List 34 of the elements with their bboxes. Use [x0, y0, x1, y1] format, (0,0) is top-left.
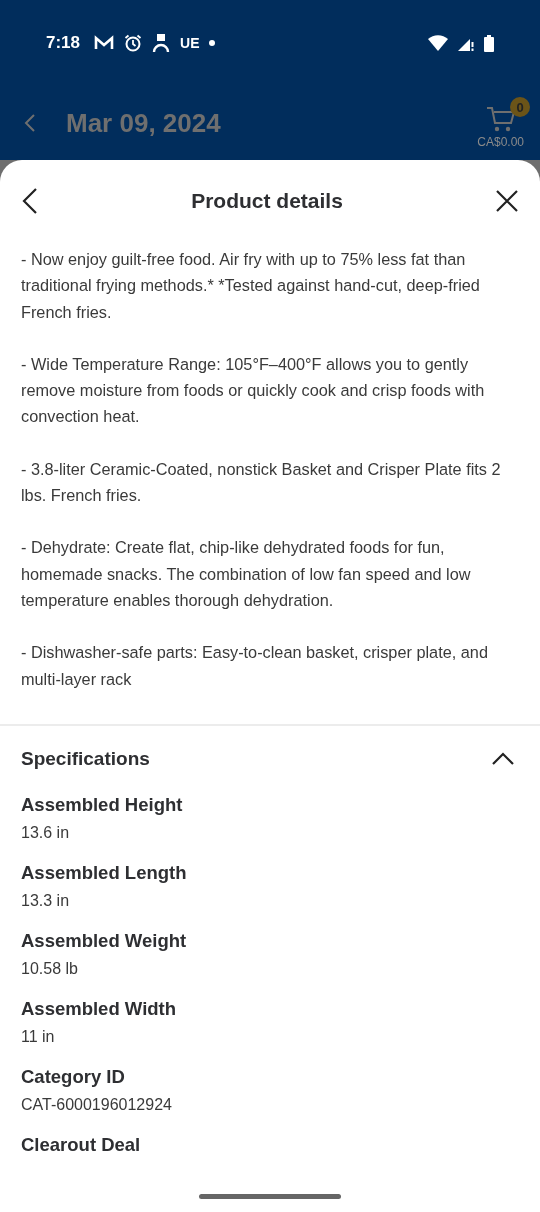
mail-icon [94, 35, 115, 51]
spec-value: 10.58 lb [21, 959, 79, 978]
close-button[interactable] [496, 190, 518, 212]
description-paragraph: - Dehydrate: Create flat, chip-like dehydrated foods for fun, homemade snacks. The combination of low fan speed and low temperature enables thorough dehydration. [21, 537, 472, 611]
back-icon[interactable] [24, 114, 36, 132]
collapse-button[interactable] [492, 751, 514, 766]
clock-time: 7:18 [46, 33, 81, 53]
carrier-label: UE [180, 35, 200, 51]
back-button[interactable] [22, 188, 38, 214]
spec-label: Assembled Length [21, 861, 188, 884]
wifi-icon [428, 35, 448, 51]
description-paragraph: - 3.8-liter Ceramic-Coated, nonstick Basket and Crisper Plate fits 2 lbs. French fries. [21, 458, 502, 507]
spec-label: Assembled Height [21, 793, 184, 816]
cart-icon[interactable] [485, 105, 516, 133]
spec-label: Clearout Deal [21, 1133, 142, 1156]
cart-count-badge: 0 [510, 97, 530, 117]
battery-icon [484, 34, 494, 52]
section-title: Specifications [21, 747, 150, 770]
spec-value: 13.3 in [21, 891, 71, 910]
sheet-title: Product details [191, 189, 343, 213]
spec-value: 11 in [21, 1027, 56, 1046]
cart-total: CA$0.00 [477, 135, 524, 149]
spec-label: Assembled Width [21, 997, 178, 1020]
dot-icon [209, 40, 216, 46]
description-paragraph: - Now enjoy guilt-free food. Air fry with up to 75% less fat than traditional frying methods.* *Tested against hand-cut, deep-fried French fries. [21, 249, 481, 323]
description-paragraph: - Wide Temperature Range: 105°F–400°F allows you to gently remove moisture from foods or quickly cook and crisp foods with convection heat. [21, 353, 486, 428]
spec-label: Category ID [21, 1065, 126, 1088]
spec-label: Assembled Weight [21, 929, 188, 952]
date-title: Mar 09, 2024 [66, 107, 222, 139]
spec-value: 13.6 in [21, 823, 71, 842]
description-paragraph: - Dishwasher-safe parts: Easy-to-clean basket, crisper plate, and multi-layer rack [21, 642, 489, 690]
alarm-icon [124, 34, 143, 52]
spec-value: CAT-6000196012924 [21, 1095, 173, 1114]
person-icon [152, 33, 171, 53]
